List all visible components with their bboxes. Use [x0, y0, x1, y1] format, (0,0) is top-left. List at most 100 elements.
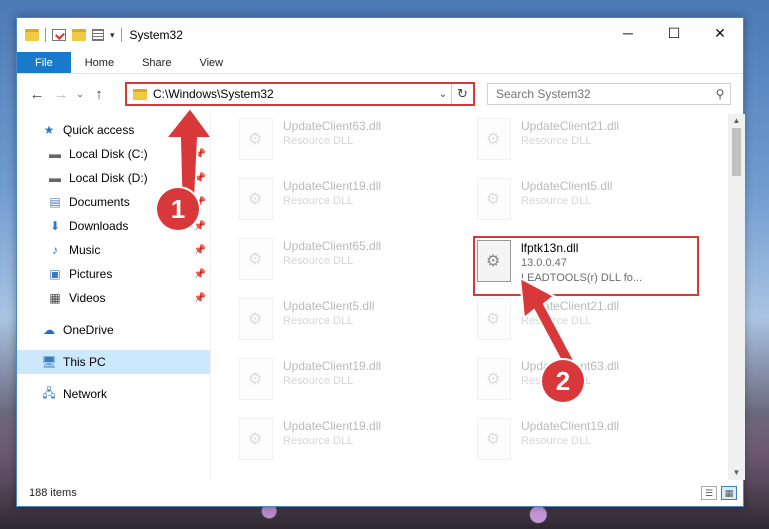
file-description: Resource DLL: [521, 195, 592, 207]
file-name: lfptk13n.dll: [521, 241, 579, 255]
chevron-down-icon[interactable]: ⌄: [435, 89, 451, 100]
nav-label: Network: [63, 387, 108, 401]
nav-label: This PC: [63, 355, 106, 369]
forward-button[interactable]: →: [49, 82, 73, 106]
nav-label: Music: [69, 243, 101, 257]
dll-file-icon: [477, 240, 511, 282]
file-name: UpdateClient5.dll: [283, 299, 375, 313]
pin-icon: 📌: [193, 268, 206, 280]
nav-item-pictures[interactable]: ▣ Pictures 📌: [17, 262, 210, 286]
scrollbar-thumb[interactable]: [732, 128, 741, 176]
ribbon-tabs: File Home Share View: [17, 52, 743, 74]
vertical-scrollbar[interactable]: ▲ ▼: [728, 114, 745, 480]
drive-icon: ▬: [49, 147, 61, 161]
nav-label: OneDrive: [63, 323, 114, 337]
file-name: UpdateClient19.dll: [283, 179, 382, 193]
close-button[interactable]: ✕: [697, 18, 743, 48]
tab-view[interactable]: View: [185, 52, 237, 73]
main-area: ★ Quick access ▬ Local Disk (C:) 📌 ▬ Loc…: [17, 114, 745, 480]
tab-file[interactable]: File: [17, 52, 71, 73]
up-button[interactable]: ↑: [87, 82, 111, 106]
address-path[interactable]: C:\Windows\System32: [153, 87, 435, 101]
title-bar: ▾ System32 ─ ☐ ✕: [17, 18, 743, 52]
network-icon: 🖧: [42, 385, 56, 400]
file-description: Resource DLL: [283, 255, 354, 267]
file-description: Resource DLL: [283, 375, 354, 387]
star-icon: ★: [43, 123, 55, 137]
folder-icon[interactable]: [25, 29, 39, 41]
quick-access-toolbar: ▾: [17, 28, 122, 42]
tiles-view-icon[interactable]: ▦: [721, 486, 737, 500]
file-description: Resource DLL: [521, 135, 592, 147]
file-version: 13.0.0.47: [521, 257, 567, 269]
nav-label: Downloads: [69, 219, 129, 233]
customize-qat-icon[interactable]: [92, 29, 104, 41]
dll-file-icon: [477, 178, 511, 220]
file-item[interactable]: UpdateClient21.dll Resource DLL: [477, 118, 697, 168]
cloud-icon: ☁: [43, 323, 55, 337]
dll-file-icon: [477, 118, 511, 160]
file-item[interactable]: UpdateClient5.dll Resource DLL: [477, 178, 697, 228]
qat-dropdown-icon[interactable]: ▾: [110, 30, 115, 41]
search-input[interactable]: [496, 87, 710, 101]
search-icon[interactable]: ⚲: [710, 87, 730, 101]
file-item[interactable]: UpdateClient19.dll Resource DLL: [239, 418, 459, 468]
recent-locations-icon[interactable]: ⌄: [73, 82, 87, 106]
nav-item-music[interactable]: ♪ Music 📌: [17, 238, 210, 262]
minimize-button[interactable]: ─: [605, 18, 651, 48]
window-controls: ─ ☐ ✕: [605, 18, 743, 48]
new-folder-icon[interactable]: [72, 29, 86, 41]
maximize-button[interactable]: ☐: [651, 18, 697, 48]
refresh-button[interactable]: ↻: [451, 84, 473, 104]
nav-item-videos[interactable]: ▦ Videos 📌: [17, 286, 210, 310]
pin-icon: 📌: [193, 244, 206, 256]
file-name: UpdateClient19.dll: [521, 419, 620, 433]
file-item[interactable]: UpdateClient19.dll Resource DLL: [477, 418, 697, 468]
tab-home[interactable]: Home: [71, 52, 128, 73]
nav-label: Pictures: [69, 267, 113, 281]
videos-icon: ▦: [49, 291, 61, 305]
file-item[interactable]: UpdateClient65.dll Resource DLL: [239, 238, 459, 288]
file-item[interactable]: UpdateClient19.dll Resource DLL: [239, 178, 459, 228]
scroll-down-icon[interactable]: ▼: [728, 466, 745, 480]
music-icon: ♪: [52, 243, 58, 257]
dll-file-icon: [239, 178, 273, 220]
file-item[interactable]: UpdateClient63.dll Resource DLL: [239, 118, 459, 168]
dll-file-icon: [239, 298, 273, 340]
dll-file-icon: [477, 358, 511, 400]
view-buttons: ☰ ▦: [701, 486, 737, 500]
downloads-icon: ⬇: [49, 219, 61, 233]
pictures-icon: ▣: [49, 267, 61, 281]
dll-file-icon: [477, 418, 511, 460]
file-name: UpdateClient63.dll: [283, 119, 382, 133]
properties-icon[interactable]: [52, 29, 66, 41]
documents-icon: ▤: [49, 195, 61, 209]
file-list: UpdateClient63.dll Resource DLL UpdateCli…: [211, 114, 745, 480]
file-item[interactable]: UpdateClient19.dll Resource DLL: [239, 358, 459, 408]
address-row: ← → ⌄ ↑ C:\Windows\System32 ⌄ ↻ ⚲: [17, 74, 743, 114]
file-description: Resource DLL: [283, 135, 354, 147]
file-item[interactable]: UpdateClient5.dll Resource DLL: [239, 298, 459, 348]
tab-share[interactable]: Share: [128, 52, 185, 73]
file-explorer-window: ▾ System32 ─ ☐ ✕ File Home Share View ← …: [16, 17, 745, 507]
details-view-icon[interactable]: ☰: [701, 486, 717, 500]
back-button[interactable]: ←: [25, 82, 49, 106]
folder-icon: [133, 88, 147, 100]
dll-file-icon: [477, 298, 511, 340]
file-description: Resource DLL: [521, 435, 592, 447]
step-badge-2: 2: [542, 360, 584, 402]
nav-this-pc[interactable]: 🖥 This PC: [17, 350, 210, 374]
nav-onedrive[interactable]: ☁ OneDrive: [17, 318, 210, 342]
dll-file-icon: [239, 238, 273, 280]
file-name: UpdateClient65.dll: [283, 239, 382, 253]
scroll-up-icon[interactable]: ▲: [728, 114, 745, 128]
file-name: UpdateClient19.dll: [283, 359, 382, 373]
dll-file-icon: [239, 118, 273, 160]
dll-file-icon: [239, 418, 273, 460]
nav-label: Videos: [69, 291, 106, 305]
nav-network[interactable]: 🖧 Network: [17, 382, 210, 406]
search-box[interactable]: ⚲: [487, 83, 731, 105]
